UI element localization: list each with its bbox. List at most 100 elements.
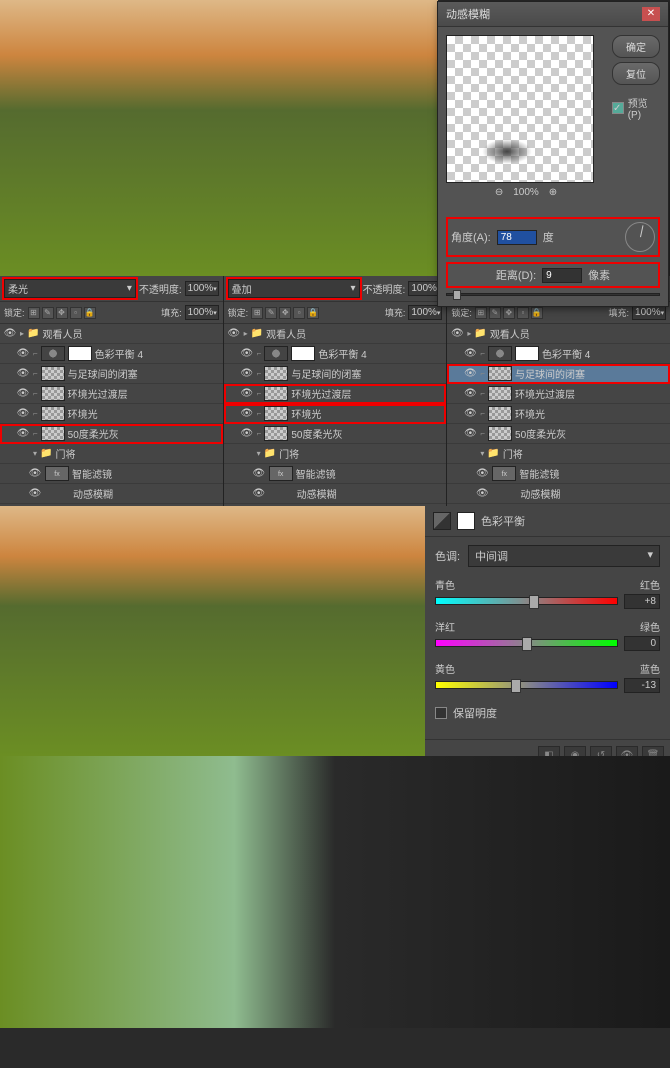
folder-icon: 📁 — [27, 328, 39, 339]
opacity-input[interactable]: 100%▾ — [185, 281, 219, 296]
preserve-luminosity-checkbox[interactable] — [435, 707, 447, 719]
visibility-icon[interactable]: 👁 — [28, 488, 42, 499]
lock-brush-icon[interactable]: ✎ — [42, 307, 54, 319]
layer-thumb — [41, 406, 65, 421]
lock-all-icon[interactable]: 🔒 — [531, 307, 543, 319]
visibility-icon[interactable]: 👁 — [227, 328, 241, 339]
tone-select[interactable]: 中间调▾ — [468, 545, 660, 567]
layer-row[interactable]: 👁 ⌐ 与足球间的闭塞 — [447, 364, 670, 384]
layer-row[interactable]: 👁 ⌐ 50度柔光灰 — [447, 424, 670, 444]
layer-row[interactable]: 👁 ⌐ 与足球间的闭塞 — [0, 364, 223, 384]
visibility-icon[interactable]: 👁 — [16, 408, 30, 419]
lock-pixels-icon[interactable]: ⊞ — [28, 307, 40, 319]
visibility-icon[interactable]: 👁 — [252, 468, 266, 479]
visibility-icon[interactable]: 👁 — [463, 388, 477, 399]
lock-brush-icon[interactable]: ✎ — [489, 307, 501, 319]
layer-row[interactable]: 👁 ⌐ 环境光 — [447, 404, 670, 424]
layer-name: 环境光过渡层 — [291, 386, 443, 401]
visibility-icon[interactable]: 👁 — [463, 368, 477, 379]
layer-row[interactable]: 👁 ⌐ 50度柔光灰 — [224, 424, 447, 444]
layer-row[interactable]: 👁 ⌐ 环境光过渡层 — [224, 384, 447, 404]
smart-filters-row[interactable]: 👁 fx 智能滤镜 — [224, 464, 447, 484]
color-value-2[interactable] — [624, 678, 660, 693]
visibility-icon[interactable]: 👁 — [463, 348, 477, 359]
layer-row[interactable]: 👁 ⌐ 环境光 — [224, 404, 447, 424]
layer-group[interactable]: ▾ 📁 门将 — [0, 444, 223, 464]
layer-row[interactable]: 👁 ⌐ 与足球间的闭塞 — [224, 364, 447, 384]
visibility-icon[interactable]: 👁 — [240, 348, 254, 359]
lock-position-icon[interactable]: ✥ — [56, 307, 68, 319]
layer-group[interactable]: 👁 ▸ 📁 观看人员 — [224, 324, 447, 344]
reset-button[interactable]: 复位 — [612, 62, 660, 85]
visibility-icon[interactable]: 👁 — [16, 348, 30, 359]
layer-thumb — [488, 346, 512, 361]
layer-group[interactable]: ▾ 📁 门将 — [224, 444, 447, 464]
angle-input[interactable] — [497, 230, 537, 245]
visibility-icon[interactable]: 👁 — [463, 408, 477, 419]
layer-row[interactable]: 👁 ⌐ 50度柔光灰 — [0, 424, 223, 444]
color-slider-2[interactable] — [435, 681, 618, 689]
lock-artboard-icon[interactable]: ▫ — [517, 307, 529, 319]
lock-pixels-icon[interactable]: ⊞ — [251, 307, 263, 319]
visibility-icon[interactable]: 👁 — [3, 328, 17, 339]
layer-thumb — [488, 406, 512, 421]
folder-icon: 📁 — [40, 448, 52, 459]
visibility-icon[interactable]: 👁 — [463, 428, 477, 439]
visibility-icon[interactable]: 👁 — [240, 428, 254, 439]
visibility-icon[interactable]: 👁 — [475, 488, 489, 499]
lock-all-icon[interactable]: 🔒 — [307, 307, 319, 319]
color-slider-0[interactable] — [435, 597, 618, 605]
color-value-0[interactable] — [624, 594, 660, 609]
zoom-in-icon[interactable]: ⊕ — [549, 187, 557, 198]
visibility-icon[interactable]: 👁 — [475, 468, 489, 479]
zoom-out-icon[interactable]: ⊖ — [495, 187, 503, 198]
layer-group[interactable]: 👁 ▸ 📁 观看人员 — [0, 324, 223, 344]
visibility-icon[interactable]: 👁 — [252, 488, 266, 499]
fill-input[interactable]: 100%▾ — [408, 305, 442, 320]
layer-row[interactable]: 👁 ⌐ 色彩平衡 4 — [0, 344, 223, 364]
distance-slider[interactable] — [446, 293, 660, 296]
close-icon[interactable]: ✕ — [642, 7, 660, 21]
layer-group[interactable]: ▾ 📁 门将 — [447, 444, 670, 464]
lock-all-icon[interactable]: 🔒 — [84, 307, 96, 319]
visibility-icon[interactable]: 👁 — [16, 428, 30, 439]
ok-button[interactable]: 确定 — [612, 35, 660, 58]
lock-brush-icon[interactable]: ✎ — [265, 307, 277, 319]
color-slider-1[interactable] — [435, 639, 618, 647]
preview-checkbox[interactable]: ✓ — [612, 102, 624, 114]
visibility-icon[interactable]: 👁 — [450, 328, 464, 339]
lock-position-icon[interactable]: ✥ — [279, 307, 291, 319]
lock-artboard-icon[interactable]: ▫ — [70, 307, 82, 319]
layer-row[interactable]: 👁 ⌐ 环境光 — [0, 404, 223, 424]
smart-filters-row[interactable]: 👁 fx 智能滤镜 — [0, 464, 223, 484]
filter-row[interactable]: 👁 动感模糊 — [224, 484, 447, 504]
distance-input[interactable] — [542, 268, 582, 283]
layer-row[interactable]: 👁 ⌐ 环境光过渡层 — [0, 384, 223, 404]
smart-filters-row[interactable]: 👁 fx 智能滤镜 — [447, 464, 670, 484]
angle-dial[interactable] — [625, 222, 655, 252]
fill-input[interactable]: 100%▾ — [632, 305, 666, 320]
visibility-icon[interactable]: 👁 — [240, 408, 254, 419]
filter-row[interactable]: 👁 动感模糊 — [0, 484, 223, 504]
smart-filter-thumb: fx — [269, 466, 293, 481]
lock-position-icon[interactable]: ✥ — [503, 307, 515, 319]
fill-input[interactable]: 100%▾ — [185, 305, 219, 320]
color-value-1[interactable] — [624, 636, 660, 651]
visibility-icon[interactable]: 👁 — [28, 468, 42, 479]
composite-preview-2 — [0, 506, 425, 756]
layer-row[interactable]: 👁 ⌐ 色彩平衡 4 — [447, 344, 670, 364]
lock-pixels-icon[interactable]: ⊞ — [475, 307, 487, 319]
layer-row[interactable]: 👁 ⌐ 环境光过渡层 — [447, 384, 670, 404]
filter-row[interactable]: 👁 动感模糊 — [447, 484, 670, 504]
lock-artboard-icon[interactable]: ▫ — [293, 307, 305, 319]
blend-mode-select[interactable]: 柔光▾ — [4, 279, 136, 298]
visibility-icon[interactable]: 👁 — [240, 388, 254, 399]
blend-mode-select[interactable]: 叠加▾ — [228, 279, 360, 298]
layer-name: 环境光过渡层 — [515, 386, 667, 401]
visibility-icon[interactable]: 👁 — [16, 368, 30, 379]
visibility-icon[interactable]: 👁 — [16, 388, 30, 399]
visibility-icon[interactable]: 👁 — [240, 368, 254, 379]
mask-icon — [457, 512, 475, 530]
layer-row[interactable]: 👁 ⌐ 色彩平衡 4 — [224, 344, 447, 364]
layer-group[interactable]: 👁 ▸ 📁 观看人员 — [447, 324, 670, 344]
